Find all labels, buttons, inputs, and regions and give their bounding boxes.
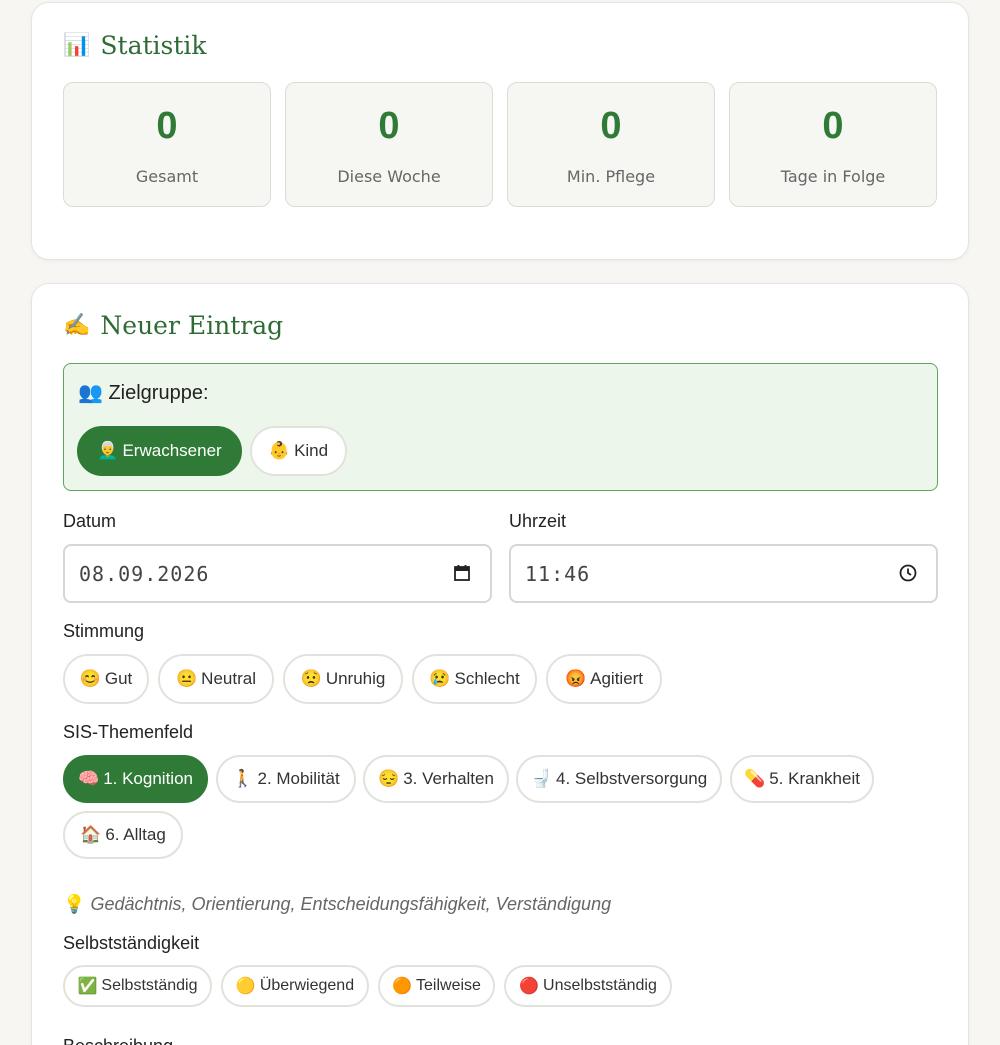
stat-value: 0 (822, 105, 844, 147)
toilet-icon: 🚽 (530, 769, 552, 788)
mood-bad-button[interactable]: 😢 Schlecht (412, 654, 537, 704)
independence-partly-button[interactable]: 🟠 Teilweise (378, 965, 495, 1007)
stat-label: Gesamt (135, 167, 199, 186)
description-label: Beschreibung (63, 1036, 173, 1045)
target-child-label: Kind (294, 441, 329, 460)
stat-label: Min. Pflege (566, 167, 656, 186)
worried-face-icon: 😟 (300, 669, 322, 688)
neutral-face-icon: 😐 (176, 669, 198, 688)
stat-care-minutes: 0 Min. Pflege (507, 82, 715, 207)
sis-cognition-label: 1. Kognition (103, 769, 193, 788)
sis-illness-button[interactable]: 💊 5. Krankheit (730, 755, 874, 803)
stat-total: 0 Gesamt (63, 82, 271, 207)
house-icon: 🏠 (80, 825, 102, 844)
yellow-circle-icon: 🟡 (235, 978, 256, 995)
independence-label: Selbstständigkeit (63, 933, 200, 953)
target-group-label: 👥 Zielgruppe: (78, 382, 209, 404)
sis-label: SIS-Themenfeld (63, 722, 194, 742)
pensive-face-icon: 😔 (378, 769, 400, 788)
sis-everyday-button[interactable]: 🏠 6. Alltag (63, 811, 183, 859)
sis-behavior-label: 3. Verhalten (403, 769, 494, 788)
target-adult-label: Erwachsener (122, 441, 222, 460)
smiling-face-icon: 😊 (79, 669, 101, 688)
crying-face-icon: 😢 (429, 669, 451, 688)
date-input[interactable]: 08.09.2026 (63, 544, 492, 603)
stat-value: 0 (156, 105, 178, 147)
time-input[interactable]: 11:46 (509, 544, 938, 603)
time-value: 11:46 (525, 561, 591, 586)
new-entry-card: ✍ Neuer Eintrag 👥 Zielgruppe: 👨‍🦳 Erwach… (31, 283, 969, 1045)
independence-dependent-label: Unselbstständig (543, 977, 657, 994)
stat-value: 0 (600, 105, 622, 147)
sis-everyday-label: 6. Alltag (105, 825, 166, 844)
stat-value: 0 (378, 105, 400, 147)
entry-title-text: Neuer Eintrag (100, 311, 284, 340)
mood-restless-button[interactable]: 😟 Unruhig (283, 654, 403, 704)
sis-mobility-label: 2. Mobilität (257, 769, 340, 788)
brain-icon: 🧠 (78, 769, 100, 788)
target-adult-button[interactable]: 👨‍🦳 Erwachsener (77, 426, 242, 476)
stat-label: Tage in Folge (780, 167, 886, 186)
sis-cognition-button[interactable]: 🧠 1. Kognition (63, 755, 208, 803)
date-value: 08.09.2026 (79, 561, 210, 586)
sis-illness-label: 5. Krankheit (769, 769, 860, 788)
sis-hint-text: Gedächtnis, Orientierung, Entscheidungsf… (90, 894, 612, 914)
red-circle-icon: 🔴 (519, 978, 540, 995)
date-label: Datum (63, 511, 117, 531)
independence-self-button[interactable]: ✅ Selbstständig (63, 965, 212, 1007)
stat-this-week: 0 Diese Woche (285, 82, 493, 207)
independence-partly-label: Teilweise (416, 977, 481, 994)
walking-person-icon: 🚶 (232, 769, 254, 788)
stats-card: 📊 Statistik 0 Gesamt 0 Diese Woche 0 Min… (31, 2, 969, 260)
independence-self-label: Selbstständig (101, 977, 198, 994)
baby-icon: 👶 (268, 441, 291, 460)
clock-icon[interactable] (898, 563, 918, 583)
mood-good-label: Gut (104, 669, 133, 688)
check-mark-icon: ✅ (77, 978, 98, 995)
mood-neutral-label: Neutral (201, 669, 256, 688)
entry-title: ✍ Neuer Eintrag (63, 311, 283, 340)
sis-behavior-button[interactable]: 😔 3. Verhalten (363, 755, 509, 803)
independence-mostly-button[interactable]: 🟡 Überwiegend (221, 965, 369, 1007)
mood-agitated-button[interactable]: 😡 Agitiert (546, 654, 662, 704)
pill-icon: 💊 (744, 769, 766, 788)
target-group-box: 👥 Zielgruppe: 👨‍🦳 Erwachsener 👶 Kind (63, 363, 938, 491)
mood-bad-label: Schlecht (454, 669, 520, 688)
stats-title-text: Statistik (100, 31, 207, 60)
angry-face-icon: 😡 (564, 669, 587, 688)
orange-circle-icon: 🟠 (392, 978, 412, 995)
sis-selfcare-label: 4. Selbstversorgung (555, 769, 708, 788)
chart-icon: 📊 (63, 33, 91, 58)
target-child-button[interactable]: 👶 Kind (250, 426, 347, 476)
sis-mobility-button[interactable]: 🚶 2. Mobilität (216, 755, 356, 803)
older-man-icon: 👨‍🦳 (97, 441, 119, 460)
time-label: Uhrzeit (509, 511, 567, 531)
independence-dependent-button[interactable]: 🔴 Unselbstständig (504, 965, 672, 1007)
writing-hand-icon: ✍ (63, 313, 91, 338)
calendar-icon[interactable] (452, 563, 472, 583)
light-bulb-icon: 💡 (63, 894, 86, 914)
sis-hint: 💡 Gedächtnis, Orientierung, Entscheidung… (63, 894, 611, 915)
mood-agitated-label: Agitiert (590, 669, 644, 688)
mood-restless-label: Unruhig (325, 669, 386, 688)
stat-streak-days: 0 Tage in Folge (729, 82, 937, 207)
mood-good-button[interactable]: 😊 Gut (63, 654, 149, 704)
sis-selfcare-button[interactable]: 🚽 4. Selbstversorgung (516, 755, 722, 803)
mood-label: Stimmung (63, 621, 145, 641)
stats-title: 📊 Statistik (63, 31, 207, 60)
stat-label: Diese Woche (337, 167, 441, 186)
mood-neutral-button[interactable]: 😐 Neutral (158, 654, 274, 704)
independence-mostly-label: Überwiegend (259, 977, 355, 994)
